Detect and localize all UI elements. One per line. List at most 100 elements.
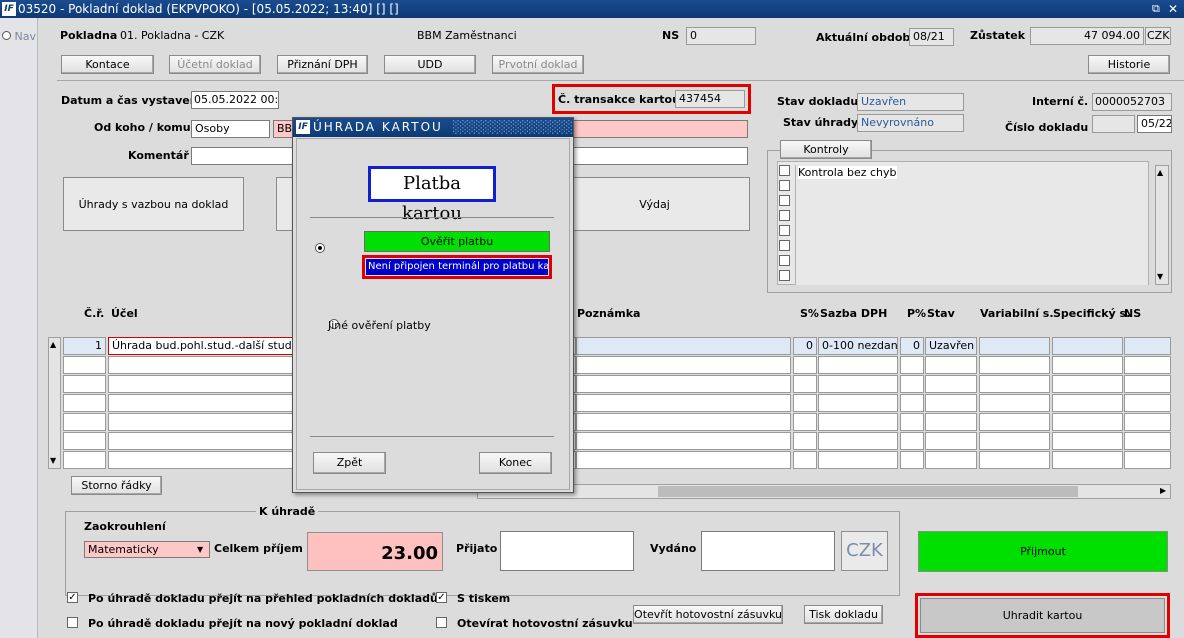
chevron-down-icon[interactable]: ▼ xyxy=(197,542,203,557)
udd-button[interactable]: UDD xyxy=(384,55,476,74)
table-cell-ucel[interactable] xyxy=(108,413,295,431)
uhrady-vazba-button[interactable]: Úhrady s vazbou na doklad xyxy=(63,177,244,231)
table-cell-stav[interactable] xyxy=(925,375,977,393)
table-cell-spec[interactable] xyxy=(1052,413,1123,431)
storno-button[interactable]: Storno řádky xyxy=(71,476,162,495)
scroll-down-icon[interactable]: ▼ xyxy=(1157,272,1163,281)
table-cell-ns[interactable] xyxy=(1124,451,1171,469)
table-cell-var[interactable] xyxy=(979,337,1050,355)
table-cell-stav[interactable] xyxy=(925,432,977,450)
overit-platbu-button[interactable]: Ověřit platbu xyxy=(364,231,550,252)
opt1-checkbox[interactable]: ✓ xyxy=(67,592,78,603)
uhradit-kartou-button[interactable]: Uhradit kartou xyxy=(920,598,1165,633)
table-cell-s[interactable] xyxy=(793,394,817,412)
table-cell-spec[interactable] xyxy=(1052,394,1123,412)
historie-button[interactable]: Historie xyxy=(1088,55,1170,74)
table-cell-sazba[interactable] xyxy=(818,356,898,374)
zaokrouhleni-select[interactable]: Matematicky ▼ xyxy=(84,541,210,558)
table-cell-stav[interactable] xyxy=(925,451,977,469)
table-cell-p[interactable] xyxy=(900,394,924,412)
vydej-button[interactable]: Výdaj xyxy=(559,177,750,231)
table-cell-p[interactable] xyxy=(900,413,924,431)
table-cell-var[interactable] xyxy=(979,356,1050,374)
kontroly-checkbox[interactable] xyxy=(779,225,790,236)
opt4-checkbox[interactable] xyxy=(436,617,447,628)
kontace-button[interactable]: Kontace xyxy=(61,55,154,74)
kontroly-checkbox[interactable] xyxy=(779,165,790,176)
kontroly-checkbox[interactable] xyxy=(779,255,790,266)
overit-radio[interactable] xyxy=(315,243,325,253)
table-cell-spec[interactable] xyxy=(1052,337,1123,355)
table-cell-ns[interactable] xyxy=(1124,337,1171,355)
table-cell-s[interactable] xyxy=(793,451,817,469)
konec-button[interactable]: Konec xyxy=(479,452,552,474)
scroll-right-icon[interactable]: ▶ xyxy=(1160,486,1166,495)
table-cell-cr[interactable] xyxy=(63,375,106,393)
table-cell-stav[interactable] xyxy=(925,394,977,412)
table-cell-s[interactable] xyxy=(793,413,817,431)
table-cell-pozn[interactable] xyxy=(576,356,791,374)
table-cell-ucel[interactable] xyxy=(108,375,295,393)
table-cell-ns[interactable] xyxy=(1124,413,1171,431)
scroll-up-icon[interactable]: ▲ xyxy=(1157,168,1163,177)
opt3-checkbox[interactable]: ✓ xyxy=(436,592,447,603)
table-cell-stav[interactable]: Uzavřen xyxy=(925,337,977,355)
kontroly-checkbox[interactable] xyxy=(779,210,790,221)
table-cell-spec[interactable] xyxy=(1052,432,1123,450)
table-cell-s[interactable]: 0 xyxy=(793,337,817,355)
kontroly-checkbox[interactable] xyxy=(779,270,790,281)
table-cell-p[interactable] xyxy=(900,451,924,469)
table-hscroll[interactable]: ▶ xyxy=(477,484,1171,499)
table-cell-p[interactable] xyxy=(900,375,924,393)
table-cell-spec[interactable] xyxy=(1052,356,1123,374)
kontroly-checkbox[interactable] xyxy=(779,240,790,251)
table-cell-var[interactable] xyxy=(979,375,1050,393)
table-cell-sazba[interactable] xyxy=(818,413,898,431)
table-cell-ucel[interactable] xyxy=(108,394,295,412)
zpet-button[interactable]: Zpět xyxy=(313,452,386,474)
table-cell-pozn[interactable] xyxy=(576,413,791,431)
table-cell-p[interactable]: 0 xyxy=(900,337,924,355)
table-cell-var[interactable] xyxy=(979,394,1050,412)
close-window-icon[interactable]: ✕ xyxy=(1168,0,1178,18)
table-cell-ucel[interactable] xyxy=(108,356,295,374)
table-cell-s[interactable] xyxy=(793,375,817,393)
kontroly-scrollbar[interactable]: ▲ ▼ xyxy=(1155,165,1169,285)
table-cell-ucel[interactable] xyxy=(108,432,295,450)
table-cell-ns[interactable] xyxy=(1124,356,1171,374)
table-cell-p[interactable] xyxy=(900,356,924,374)
table-cell-pozn[interactable] xyxy=(576,375,791,393)
table-cell-pozn[interactable] xyxy=(576,451,791,469)
table-cell-ns[interactable] xyxy=(1124,432,1171,450)
nav-toggle[interactable]: Nav xyxy=(2,30,36,43)
table-cell-ns[interactable] xyxy=(1124,375,1171,393)
table-cell-ucel[interactable]: Úhrada bud.pohl.stud.-další studium xyxy=(108,337,295,355)
prvotni-doklad-button[interactable]: Prvotní doklad xyxy=(492,55,584,74)
odkoho-type-field[interactable]: Osoby xyxy=(191,120,270,138)
table-cell-pozn[interactable] xyxy=(576,432,791,450)
table-cell-stav[interactable] xyxy=(925,413,977,431)
table-cell-cr[interactable] xyxy=(63,432,106,450)
table-cell-sazba[interactable] xyxy=(818,375,898,393)
table-cell-sazba[interactable] xyxy=(818,451,898,469)
table-cell-var[interactable] xyxy=(979,451,1050,469)
ucetni-doklad-button[interactable]: Účetní doklad xyxy=(169,55,261,74)
table-cell-ns[interactable] xyxy=(1124,394,1171,412)
table-cell-cr[interactable]: 1 xyxy=(63,337,106,355)
otevrit-zasuvku-button[interactable]: Otevřít hotovostní zásuvku xyxy=(633,605,783,624)
table-cell-pozn[interactable] xyxy=(576,394,791,412)
transakce-field[interactable]: 437454 xyxy=(675,90,745,108)
hscroll-thumb[interactable] xyxy=(658,486,1078,497)
table-cell-var[interactable] xyxy=(979,413,1050,431)
table-cell-var[interactable] xyxy=(979,432,1050,450)
kontroly-button[interactable]: Kontroly xyxy=(780,140,872,159)
table-cell-s[interactable] xyxy=(793,432,817,450)
prijato-input[interactable] xyxy=(500,531,634,571)
table-cell-ucel[interactable] xyxy=(108,451,295,469)
cislo-field[interactable]: 05/22 xyxy=(1137,115,1172,133)
table-vscroll[interactable]: ▲ ▼ xyxy=(48,337,61,469)
vydano-input[interactable] xyxy=(701,531,835,571)
table-cell-sazba[interactable] xyxy=(818,432,898,450)
period-field[interactable]: 08/21 xyxy=(909,28,954,46)
table-cell-s[interactable] xyxy=(793,356,817,374)
